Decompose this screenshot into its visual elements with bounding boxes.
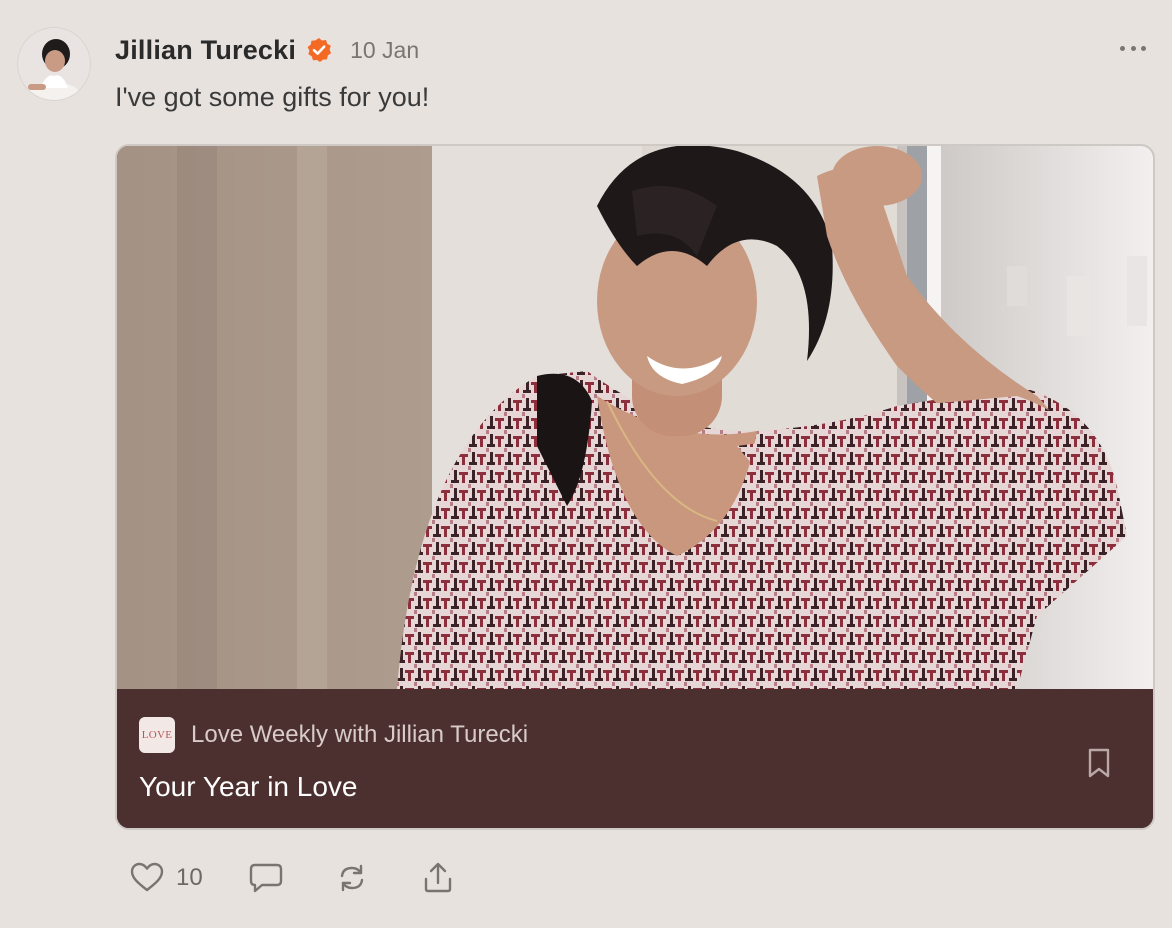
- post-date[interactable]: 10 Jan: [350, 37, 419, 64]
- author-name[interactable]: Jillian Turecki: [115, 35, 296, 66]
- post-actions: 10: [128, 858, 457, 898]
- avatar[interactable]: [18, 28, 90, 100]
- like-button[interactable]: 10: [128, 859, 203, 897]
- like-count: 10: [176, 864, 203, 891]
- post-card[interactable]: LOVE Love Weekly with Jillian Turecki Yo…: [115, 144, 1155, 830]
- verified-badge-icon: [306, 37, 332, 63]
- publication-name[interactable]: Love Weekly with Jillian Turecki: [191, 721, 528, 749]
- restack-button[interactable]: [333, 859, 371, 897]
- publication-logo[interactable]: LOVE: [139, 717, 175, 753]
- post-text: I've got some gifts for you!: [115, 82, 430, 112]
- share-button[interactable]: [419, 859, 457, 897]
- post-header: Jillian Turecki 10 Jan: [115, 33, 419, 67]
- comment-icon: [249, 863, 282, 893]
- bookmark-icon[interactable]: [1085, 747, 1113, 779]
- card-image: [117, 146, 1153, 689]
- heart-icon: [130, 862, 164, 892]
- card-footer: LOVE Love Weekly with Jillian Turecki Yo…: [117, 689, 1153, 828]
- comment-button[interactable]: [247, 859, 285, 897]
- more-options-icon[interactable]: [1120, 38, 1146, 58]
- post-title[interactable]: Your Year in Love: [139, 771, 358, 803]
- publication-logo-text: LOVE: [141, 729, 173, 741]
- share-icon: [424, 862, 451, 893]
- restack-icon: [340, 864, 363, 892]
